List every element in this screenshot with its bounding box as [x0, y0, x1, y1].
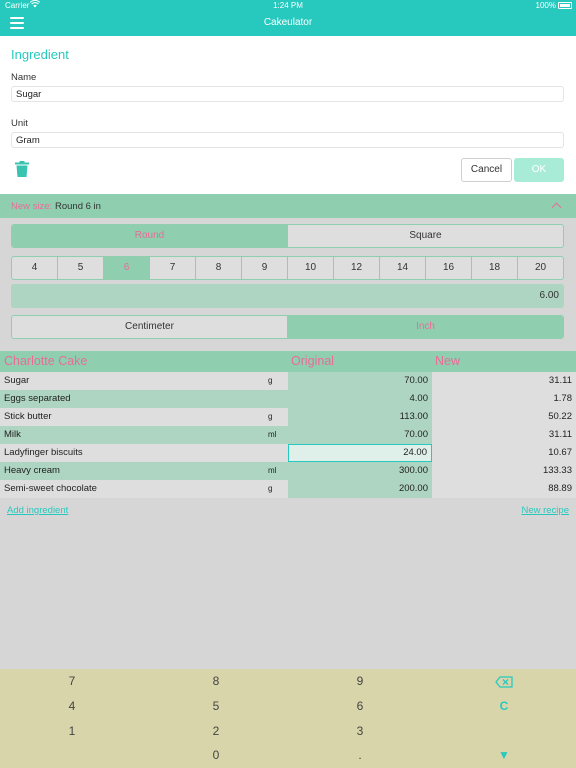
- new-amount: 1.78: [432, 390, 576, 408]
- key-9[interactable]: 9: [288, 669, 432, 693]
- size-option[interactable]: 7: [149, 257, 195, 279]
- shape-round-option[interactable]: Round: [12, 225, 287, 247]
- decimal-key[interactable]: .: [288, 743, 432, 767]
- recipe-name: Charlotte Cake: [4, 354, 88, 368]
- new-amount: 31.11: [432, 372, 576, 390]
- original-amount[interactable]: 200.00: [288, 480, 432, 498]
- ingredient-name[interactable]: Eggs separated: [0, 390, 288, 408]
- unit-centimeter-option[interactable]: Centimeter: [12, 316, 287, 338]
- key-2[interactable]: 2: [144, 719, 288, 743]
- recipe-table-header: Charlotte Cake Original New: [0, 351, 576, 372]
- table-row[interactable]: Heavy cream ml 300.00 133.33: [0, 462, 576, 480]
- size-option[interactable]: 18: [471, 257, 517, 279]
- size-option[interactable]: 12: [333, 257, 379, 279]
- ingredient-unit: g: [268, 376, 273, 385]
- cancel-button[interactable]: Cancel: [461, 158, 512, 182]
- shape-selector: Round Square: [11, 224, 564, 248]
- size-option[interactable]: 14: [379, 257, 425, 279]
- new-amount: 31.11: [432, 426, 576, 444]
- ingredient-heading: Ingredient: [11, 47, 69, 62]
- shape-square-option[interactable]: Square: [287, 225, 563, 247]
- original-amount-selected[interactable]: 24.00: [288, 444, 432, 462]
- ingredient-name[interactable]: Heavy cream: [0, 462, 288, 480]
- ingredient-name[interactable]: Stick butter: [0, 408, 288, 426]
- dismiss-keyboard-icon[interactable]: ▼: [432, 743, 576, 767]
- app-title: Cakeulator: [263, 17, 313, 28]
- key-5[interactable]: 5: [144, 694, 288, 718]
- ingredient-name[interactable]: Milk: [0, 426, 288, 444]
- name-field[interactable]: Sugar: [11, 86, 564, 102]
- status-bar: Carrier 1:24 PM 100%: [0, 0, 576, 12]
- numeric-keypad: 7 8 9 4 5 6 C 1 2 3 0 . ▼: [0, 669, 576, 768]
- ingredient-name[interactable]: Ladyfinger biscuits: [0, 444, 288, 462]
- ingredient-unit: ml: [268, 466, 277, 475]
- key-6[interactable]: 6: [288, 694, 432, 718]
- battery-icon: [558, 2, 572, 9]
- key-4[interactable]: 4: [0, 694, 144, 718]
- size-option[interactable]: 5: [57, 257, 103, 279]
- unit-selector: Centimeter Inch: [11, 315, 564, 339]
- column-original: Original: [291, 354, 335, 368]
- unit-label: Unit: [11, 118, 28, 129]
- size-option[interactable]: 4: [12, 257, 57, 279]
- backspace-icon[interactable]: [432, 669, 576, 693]
- new-amount: 10.67: [432, 444, 576, 462]
- column-new: New: [435, 354, 461, 368]
- new-size-value: Round 6 in: [55, 201, 101, 212]
- unit-field[interactable]: Gram: [11, 132, 564, 148]
- clock: 1:24 PM: [273, 1, 303, 10]
- key-1[interactable]: 1: [0, 719, 144, 743]
- size-selector: 4 5 6 7 8 9 10 12 14 16 18 20: [11, 256, 564, 280]
- original-amount[interactable]: 4.00: [288, 390, 432, 408]
- key-7[interactable]: 7: [0, 669, 144, 693]
- name-label: Name: [11, 72, 37, 83]
- size-option[interactable]: 9: [241, 257, 287, 279]
- new-recipe-link[interactable]: New recipe: [521, 505, 569, 516]
- ingredient-name[interactable]: Sugar: [0, 372, 288, 390]
- new-size-label: New size:: [11, 201, 53, 212]
- size-option[interactable]: 8: [195, 257, 241, 279]
- size-value-field[interactable]: 6.00: [11, 284, 564, 308]
- ingredient-name[interactable]: Semi-sweet chocolate: [0, 480, 288, 498]
- new-amount: 88.89: [432, 480, 576, 498]
- size-option[interactable]: 16: [425, 257, 471, 279]
- key-0[interactable]: 0: [144, 743, 288, 767]
- ingredient-unit: g: [268, 484, 273, 493]
- new-size-bar[interactable]: New size: Round 6 in: [0, 194, 576, 218]
- original-amount[interactable]: 300.00: [288, 462, 432, 480]
- key-8[interactable]: 8: [144, 669, 288, 693]
- key-3[interactable]: 3: [288, 719, 432, 743]
- original-amount[interactable]: 70.00: [288, 426, 432, 444]
- size-option[interactable]: 10: [287, 257, 333, 279]
- ingredient-unit: ml: [268, 430, 277, 439]
- chevron-up-icon[interactable]: [551, 202, 562, 213]
- unit-inch-option[interactable]: Inch: [287, 316, 563, 338]
- trash-icon[interactable]: [15, 161, 29, 177]
- table-row[interactable]: Sugar g 70.00 31.11: [0, 372, 576, 390]
- new-amount: 133.33: [432, 462, 576, 480]
- table-row[interactable]: Semi-sweet chocolate g 200.00 88.89: [0, 480, 576, 498]
- nav-bar: Cakeulator: [0, 12, 576, 36]
- table-row[interactable]: Stick butter g 113.00 50.22: [0, 408, 576, 426]
- table-row[interactable]: Ladyfinger biscuits 24.00 10.67: [0, 444, 576, 462]
- table-row[interactable]: Milk ml 70.00 31.11: [0, 426, 576, 444]
- original-amount[interactable]: 70.00: [288, 372, 432, 390]
- ingredient-unit: g: [268, 412, 273, 421]
- new-amount: 50.22: [432, 408, 576, 426]
- add-ingredient-link[interactable]: Add ingredient: [7, 505, 68, 516]
- size-option[interactable]: 20: [517, 257, 563, 279]
- ingredient-panel: Ingredient Name Sugar Unit Gram Cancel O…: [0, 36, 576, 194]
- clear-key[interactable]: C: [432, 694, 576, 718]
- original-amount[interactable]: 113.00: [288, 408, 432, 426]
- table-row[interactable]: Eggs separated 4.00 1.78: [0, 390, 576, 408]
- size-option-selected[interactable]: 6: [103, 257, 149, 279]
- ok-button[interactable]: OK: [514, 158, 564, 182]
- battery-percent: 100%: [535, 1, 556, 10]
